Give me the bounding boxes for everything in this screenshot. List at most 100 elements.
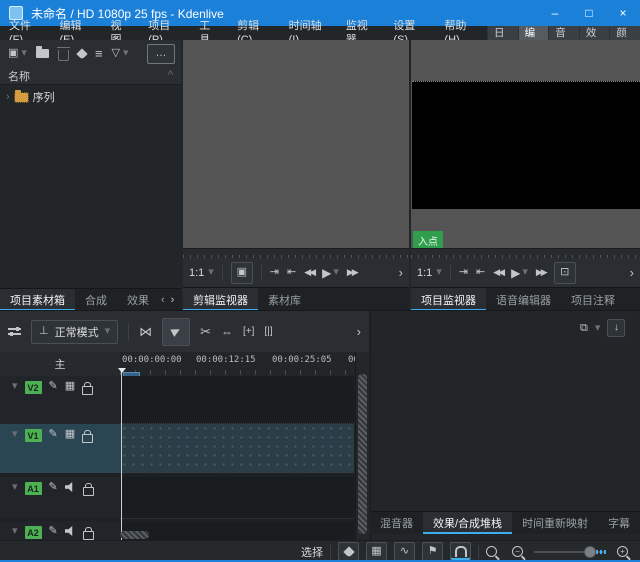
- tab-clip-monitor[interactable]: 剪辑监视器: [183, 288, 258, 311]
- zoom-slider-handle[interactable]: [584, 545, 596, 558]
- tab-library[interactable]: 素材库: [258, 288, 311, 311]
- save-effect-stack-button[interactable]: ↓: [607, 319, 626, 337]
- zoom-out-button[interactable]: −: [512, 546, 523, 557]
- forward-icon[interactable]: ▶▶: [347, 268, 359, 277]
- edit-track-name-icon[interactable]: ✎: [49, 429, 58, 440]
- timeline-toolbar-overflow-icon[interactable]: ›: [357, 325, 361, 338]
- tab-scroll-left-icon[interactable]: ‹: [159, 289, 167, 311]
- speaker-icon[interactable]: [64, 526, 73, 536]
- track-v1-lane[interactable]: [120, 424, 354, 473]
- fit-zoom-button[interactable]: [486, 546, 497, 557]
- zoom-in-button[interactable]: +: [617, 546, 628, 557]
- tab-time-remap[interactable]: 时间重新映射: [512, 512, 598, 534]
- rewind-icon[interactable]: ◀◀: [304, 268, 316, 277]
- collapse-track-icon[interactable]: ▾: [12, 526, 18, 537]
- markers-button[interactable]: ⚑: [422, 542, 443, 561]
- timeline-vertical-scrollbar[interactable]: [355, 352, 369, 540]
- compare-effect-icon[interactable]: ⧉: [580, 322, 588, 334]
- collapse-track-icon[interactable]: ▾: [12, 482, 18, 493]
- layout-color-button[interactable]: 颜色: [609, 26, 640, 53]
- track-a1-lane[interactable]: [120, 477, 354, 519]
- tag-icon[interactable]: [76, 47, 88, 60]
- track-a1-target-badge[interactable]: A1: [24, 482, 42, 495]
- set-in-point-icon[interactable]: ⇥: [270, 267, 279, 278]
- monitor-guides-toggle-button[interactable]: ⊡: [553, 261, 576, 284]
- timeline-zoom-slider[interactable]: [534, 544, 606, 560]
- tags-button[interactable]: [338, 542, 359, 561]
- zoom-chevron-icon[interactable]: ▾: [208, 267, 214, 278]
- track-compositing-icon[interactable]: [8, 326, 21, 337]
- video-thumbnails-button[interactable]: ▦: [366, 542, 387, 561]
- project-monitor-video-frame[interactable]: [412, 81, 640, 209]
- open-folder-icon[interactable]: [35, 46, 49, 58]
- set-in-point-icon[interactable]: ⇥: [459, 267, 468, 278]
- track-v1-target-badge[interactable]: V1: [24, 429, 42, 442]
- selection-tool-button[interactable]: ▶: [162, 317, 191, 346]
- clip-monitor-display[interactable]: [183, 40, 409, 248]
- lock-track-icon[interactable]: [82, 527, 94, 540]
- close-button[interactable]: ×: [606, 0, 640, 26]
- filter-icon[interactable]: ▽: [112, 48, 120, 59]
- mix-clips-icon[interactable]: ⋈: [139, 325, 152, 338]
- insert-zone-icon[interactable]: [+]: [243, 326, 254, 337]
- tab-scroll-right-icon[interactable]: ›: [167, 289, 179, 311]
- set-out-point-icon[interactable]: ⇤: [476, 267, 485, 278]
- play-chevron-icon[interactable]: ▾: [522, 267, 528, 278]
- edit-track-name-icon[interactable]: ✎: [49, 381, 58, 392]
- master-track-label[interactable]: 主: [0, 352, 120, 376]
- lock-track-icon[interactable]: [82, 430, 94, 443]
- track-v1-header[interactable]: ▾ V1 ✎ ▦: [0, 424, 120, 473]
- track-a2-target-badge[interactable]: A2: [24, 526, 42, 539]
- play-chevron-icon[interactable]: ▾: [333, 267, 339, 278]
- layout-effects-button[interactable]: 效果: [578, 26, 610, 53]
- clip-monitor-overflow-icon[interactable]: ›: [399, 266, 403, 279]
- project-monitor-zoom-level[interactable]: 1:1: [417, 267, 432, 279]
- tab-mixer[interactable]: 混音器: [370, 512, 423, 534]
- track-v2-header[interactable]: ▾ V2 ✎ ▦: [0, 376, 120, 424]
- add-clip-icon[interactable]: ▣: [8, 48, 18, 59]
- play-icon[interactable]: ▶: [322, 267, 331, 279]
- zoom-chevron-icon[interactable]: ▾: [436, 267, 442, 278]
- play-icon[interactable]: ▶: [511, 267, 520, 279]
- tab-compositions[interactable]: 合成: [75, 289, 117, 311]
- razor-tool-icon[interactable]: ✂: [200, 325, 211, 338]
- timeline-mode-dropdown[interactable]: ⊥ 正常模式 ▾: [31, 319, 119, 344]
- video-thumbnails-icon[interactable]: ▦: [65, 429, 75, 440]
- audio-thumbnails-button[interactable]: ∿: [394, 542, 415, 561]
- layout-editing-button[interactable]: 编辑: [517, 26, 549, 53]
- tab-subtitles[interactable]: 字幕: [598, 512, 640, 534]
- monitor-zone-toggle-button[interactable]: ▣: [230, 261, 253, 284]
- track-a2-lane[interactable]: [120, 521, 354, 540]
- tab-project-monitor[interactable]: 项目监视器: [411, 288, 486, 311]
- clip-monitor-zoom-level[interactable]: 1:1: [189, 267, 204, 279]
- timeline-ruler[interactable]: 00:00:00:00 00:00:12:15 00:00:25:05 00:0: [120, 352, 369, 377]
- extract-zone-icon[interactable]: [|]: [264, 326, 272, 337]
- track-a1-header[interactable]: ▾ A1 ✎: [0, 477, 120, 519]
- tab-effect-stack[interactable]: 效果/合成堆栈: [423, 512, 513, 534]
- speaker-icon[interactable]: [64, 482, 73, 492]
- tab-speech-editor[interactable]: 语音编辑器: [486, 288, 561, 311]
- sort-ascending-icon[interactable]: ^: [168, 70, 173, 81]
- edit-track-name-icon[interactable]: ✎: [49, 526, 58, 537]
- filter-chevron-icon[interactable]: ▾: [123, 48, 129, 59]
- minimize-button[interactable]: –: [538, 0, 572, 26]
- timeline-horizontal-scrollbar[interactable]: [120, 531, 149, 539]
- lock-track-icon[interactable]: [82, 382, 94, 395]
- tab-project-notes[interactable]: 项目注释: [561, 288, 625, 311]
- forward-icon[interactable]: ▶▶: [536, 268, 548, 277]
- effect-options-chevron-icon[interactable]: ▾: [595, 322, 601, 334]
- spacer-tool-icon[interactable]: ⇔: [221, 326, 233, 338]
- playhead[interactable]: [121, 368, 122, 540]
- view-mode-icon[interactable]: ≡: [95, 47, 103, 60]
- layout-logging-button[interactable]: 日志: [486, 26, 518, 53]
- set-out-point-icon[interactable]: ⇤: [287, 267, 296, 278]
- track-a2-header[interactable]: ▾ A2 ✎: [0, 521, 120, 540]
- track-v2-target-badge[interactable]: V2: [24, 381, 42, 394]
- vertical-scrollbar-handle[interactable]: [358, 374, 367, 534]
- bin-name-column-header[interactable]: 名称 ^: [0, 67, 181, 85]
- bin-overflow-button[interactable]: …: [147, 43, 175, 64]
- project-monitor-overflow-icon[interactable]: ›: [630, 266, 634, 279]
- collapse-track-icon[interactable]: ▾: [12, 429, 18, 440]
- maximize-button[interactable]: □: [572, 0, 606, 26]
- tree-expander-icon[interactable]: ›: [6, 91, 10, 103]
